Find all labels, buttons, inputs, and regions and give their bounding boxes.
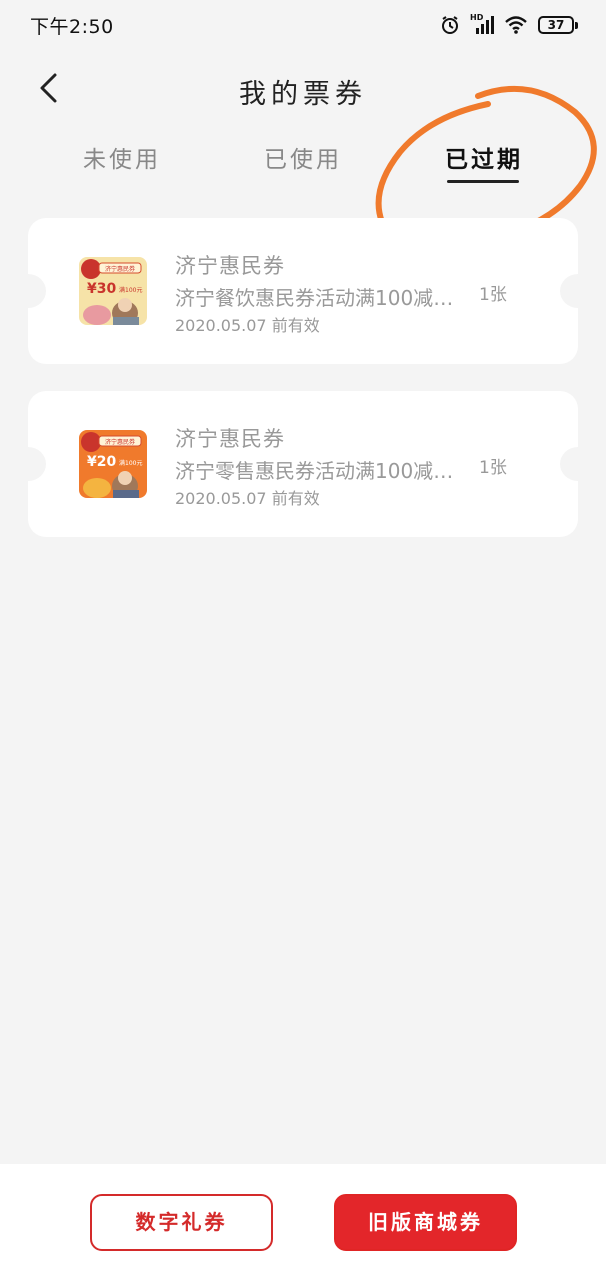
battery-icon: 37 xyxy=(538,16,578,34)
thumb-badge: 济宁惠民券 xyxy=(105,265,135,273)
tab-unused[interactable]: 未使用 xyxy=(70,140,174,174)
coupon-expiry: 2020.05.07 前有效 xyxy=(175,316,320,335)
coupon-card[interactable]: 济宁惠民券 ¥30 满100元 济宁惠民券 济宁餐饮惠民券活动满100减30元 … xyxy=(10,218,596,364)
card-notch-right xyxy=(560,274,596,308)
card-notch-right xyxy=(560,447,596,481)
coupon-card[interactable]: 济宁惠民券 ¥20 满100元 济宁惠民券 济宁零售惠民券活动满100减20元 … xyxy=(10,391,596,537)
wifi-icon xyxy=(504,15,528,35)
coupon-count: 1张 xyxy=(479,285,507,305)
thumb-amount: ¥30 xyxy=(87,281,116,297)
coupon-description: 济宁零售惠民券活动满100减20元 xyxy=(175,459,455,483)
digital-gift-coupon-button[interactable]: 数字礼券 xyxy=(90,1194,273,1251)
header: 我的票券 xyxy=(0,58,606,122)
tab-used[interactable]: 已使用 xyxy=(251,140,355,174)
active-tab-indicator xyxy=(447,180,519,183)
coupon-name: 济宁惠民券 xyxy=(175,254,285,278)
network-label: HD xyxy=(470,13,484,22)
legacy-mall-coupon-button[interactable]: 旧版商城券 xyxy=(334,1194,517,1251)
alarm-icon xyxy=(440,15,460,35)
status-icons: HD 37 xyxy=(440,13,578,35)
card-notch-left xyxy=(10,274,46,308)
thumb-amount: ¥20 xyxy=(87,454,116,470)
card-notch-left xyxy=(10,447,46,481)
page-title: 我的票券 xyxy=(239,79,367,110)
signal-icon: HD xyxy=(470,13,494,35)
coupon-thumbnail: 济宁惠民券 ¥30 满100元 xyxy=(79,257,147,325)
coupon-expiry: 2020.05.07 前有效 xyxy=(175,489,320,508)
battery-level: 37 xyxy=(538,16,574,34)
coupon-count: 1张 xyxy=(479,458,507,478)
thumb-condition: 满100元 xyxy=(119,459,142,467)
bottom-bar: 数字礼券 旧版商城券 xyxy=(0,1164,606,1280)
coupon-description: 济宁餐饮惠民券活动满100减30元 xyxy=(175,286,455,310)
coupon-name: 济宁惠民券 xyxy=(175,427,285,451)
tab-bar: 未使用 已使用 已过期 xyxy=(0,130,606,190)
thumb-condition: 满100元 xyxy=(119,286,142,294)
tab-expired[interactable]: 已过期 xyxy=(432,140,536,174)
thumb-badge: 济宁惠民券 xyxy=(105,438,135,446)
status-bar: 下午2:50 HD 37 xyxy=(0,0,606,50)
coupon-list: 济宁惠民券 ¥30 满100元 济宁惠民券 济宁餐饮惠民券活动满100减30元 … xyxy=(10,218,596,564)
coupon-thumbnail: 济宁惠民券 ¥20 满100元 xyxy=(79,430,147,498)
status-time: 下午2:50 xyxy=(30,15,114,38)
